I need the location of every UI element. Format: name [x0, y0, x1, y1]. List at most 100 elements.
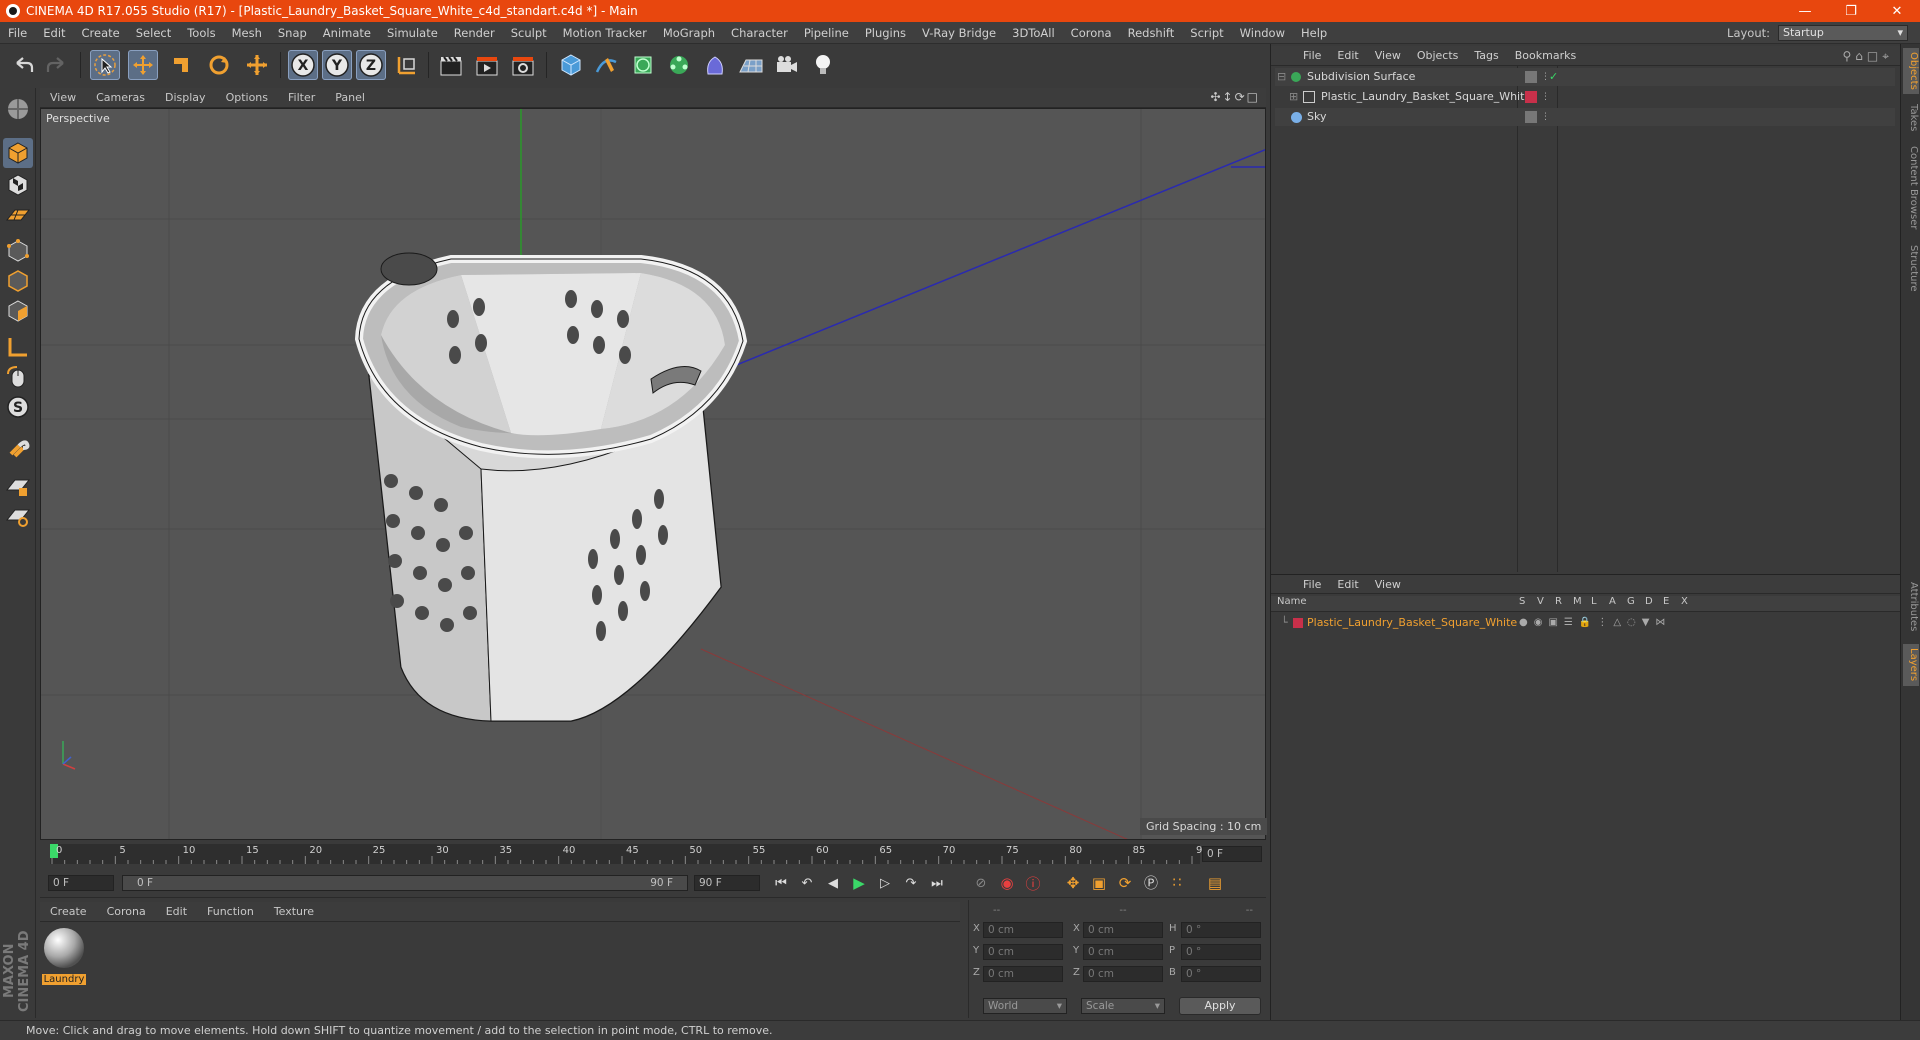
tweak-mode-button[interactable] — [3, 362, 33, 392]
y-axis-lock-button[interactable]: Y — [322, 50, 352, 80]
obj-menu-objects[interactable]: Objects — [1409, 49, 1467, 62]
next-frame-icon[interactable]: ▷ — [874, 872, 896, 894]
coord-value-field[interactable]: 0 cm — [983, 922, 1063, 938]
transform-tool-button[interactable] — [242, 50, 272, 80]
enable-snap-button[interactable] — [3, 432, 33, 462]
z-axis-lock-button[interactable]: Z — [356, 50, 386, 80]
obj-menu-bookmarks[interactable]: Bookmarks — [1507, 49, 1584, 62]
edges-mode-button[interactable] — [3, 266, 33, 296]
menu-tools[interactable]: Tools — [179, 26, 223, 40]
object-row-subdivision[interactable]: ⊟ Subdivision Surface ⋮ ✓ — [1275, 68, 1895, 86]
menu-3dtoall[interactable]: 3DToAll — [1004, 26, 1063, 40]
redo-button[interactable] — [42, 50, 72, 80]
menu-file[interactable]: File — [0, 26, 35, 40]
object-row-sky[interactable]: Sky ⋮ — [1275, 108, 1895, 126]
vp-menu-filter[interactable]: Filter — [278, 91, 325, 104]
enabled-check-icon[interactable]: ✓ — [1549, 68, 1558, 86]
go-to-end-icon[interactable]: ⏭ — [926, 872, 948, 894]
restore-button[interactable]: ❐ — [1828, 0, 1874, 22]
coord-value-field[interactable]: 0 cm — [1083, 966, 1163, 982]
layer-name[interactable]: Plastic_Laundry_Basket_Square_White — [1307, 614, 1517, 632]
locked-workplane-button[interactable] — [3, 472, 33, 502]
start-frame-field[interactable]: 0 F — [48, 875, 114, 891]
vp-menu-display[interactable]: Display — [155, 91, 216, 104]
layer-tag-icon[interactable] — [1525, 111, 1537, 123]
menu-simulate[interactable]: Simulate — [379, 26, 446, 40]
rotate-tool-button[interactable] — [204, 50, 234, 80]
render-to-picture-viewer-button[interactable] — [472, 50, 502, 80]
add-spline-button[interactable] — [592, 50, 622, 80]
vp-menu-view[interactable]: View — [40, 91, 86, 104]
menu-help[interactable]: Help — [1293, 26, 1335, 40]
layer-menu-file[interactable]: File — [1295, 578, 1329, 591]
add-environment-button[interactable] — [736, 50, 766, 80]
menu-window[interactable]: Window — [1232, 26, 1293, 40]
layer-menu-view[interactable]: View — [1367, 578, 1409, 591]
snapping-mode-button[interactable]: S — [3, 392, 33, 422]
model-mode-button[interactable] — [3, 138, 33, 168]
add-nurbs-button[interactable] — [628, 50, 658, 80]
key-position-icon[interactable]: ✥ — [1062, 872, 1084, 894]
menu-sculpt[interactable]: Sculpt — [503, 26, 555, 40]
go-to-start-icon[interactable]: ⏮ — [770, 872, 792, 894]
expand-icon[interactable]: ⊞ — [1289, 88, 1298, 106]
layout-select[interactable]: Startup ▾ — [1778, 25, 1908, 41]
menu-mograph[interactable]: MoGraph — [655, 26, 723, 40]
coordinate-system-button[interactable] — [392, 50, 422, 80]
workplane-mode-button[interactable] — [3, 200, 33, 230]
menu-character[interactable]: Character — [723, 26, 796, 40]
record-keys-icon[interactable]: ◉ — [996, 872, 1018, 894]
make-editable-button[interactable] — [3, 94, 33, 124]
scale-tool-button[interactable] — [166, 50, 196, 80]
tab-takes[interactable]: Takes — [1903, 100, 1919, 136]
live-selection-button[interactable] — [90, 50, 120, 80]
vp-menu-cameras[interactable]: Cameras — [86, 91, 155, 104]
tab-objects[interactable]: Objects — [1903, 48, 1919, 94]
coord-value-field[interactable]: 0 cm — [983, 944, 1063, 960]
mat-menu-edit[interactable]: Edit — [156, 905, 197, 918]
tab-content-browser[interactable]: Content Browser — [1903, 142, 1919, 234]
add-camera-button[interactable] — [772, 50, 802, 80]
collapse-icon[interactable]: ⊟ — [1277, 68, 1286, 86]
visibility-dots-icon[interactable]: ⋮ — [1541, 108, 1550, 126]
menu-animate[interactable]: Animate — [315, 26, 379, 40]
mat-menu-corona[interactable]: Corona — [97, 905, 156, 918]
tab-attributes[interactable]: Attributes — [1903, 576, 1919, 638]
close-button[interactable]: ✕ — [1874, 0, 1920, 22]
obj-menu-edit[interactable]: Edit — [1329, 49, 1366, 62]
coord-value-field[interactable]: 0 cm — [983, 966, 1063, 982]
timeline-ruler[interactable]: 051015202530354045505560657075808590 0 F — [40, 842, 1266, 866]
minimize-button[interactable]: — — [1782, 0, 1828, 22]
menu-redshift[interactable]: Redshift — [1120, 26, 1183, 40]
previous-frame-icon[interactable]: ◀ — [822, 872, 844, 894]
apply-button[interactable]: Apply — [1179, 997, 1261, 1015]
object-row-basket[interactable]: ⊞ Plastic_Laundry_Basket_Square_White ⋮ — [1275, 88, 1895, 106]
frame-range-slider[interactable]: 0 F 90 F — [122, 875, 688, 891]
render-view-button[interactable] — [436, 50, 466, 80]
texture-mode-button[interactable] — [3, 170, 33, 200]
polygons-mode-button[interactable] — [3, 296, 33, 326]
tab-layers[interactable]: Layers — [1903, 644, 1919, 686]
move-tool-button[interactable] — [128, 50, 158, 80]
mat-menu-texture[interactable]: Texture — [264, 905, 324, 918]
coordinate-system-select[interactable]: World ▾ — [983, 998, 1067, 1014]
menu-motion-tracker[interactable]: Motion Tracker — [555, 26, 655, 40]
undo-button[interactable] — [8, 50, 38, 80]
obj-menu-file[interactable]: File — [1295, 49, 1329, 62]
mat-menu-create[interactable]: Create — [40, 905, 97, 918]
mat-menu-function[interactable]: Function — [197, 905, 264, 918]
objects-panel-search-icon[interactable]: ⚲⌂□⌖ — [1842, 49, 1893, 64]
add-cube-button[interactable] — [556, 50, 586, 80]
end-frame-field[interactable]: 90 F — [694, 875, 760, 891]
menu-snap[interactable]: Snap — [270, 26, 315, 40]
visibility-dots-icon[interactable]: ⋮ — [1541, 88, 1550, 106]
obj-menu-view[interactable]: View — [1367, 49, 1409, 62]
obj-menu-tags[interactable]: Tags — [1466, 49, 1506, 62]
coord-value-field[interactable]: 0 ° — [1181, 922, 1261, 938]
points-mode-button[interactable] — [3, 236, 33, 266]
key-pla-icon[interactable]: ∷ — [1166, 872, 1188, 894]
key-parameter-icon[interactable]: Ⓟ — [1140, 872, 1162, 894]
coord-value-field[interactable]: 0 ° — [1181, 966, 1261, 982]
menu-create[interactable]: Create — [74, 26, 128, 40]
menu-mesh[interactable]: Mesh — [224, 26, 270, 40]
